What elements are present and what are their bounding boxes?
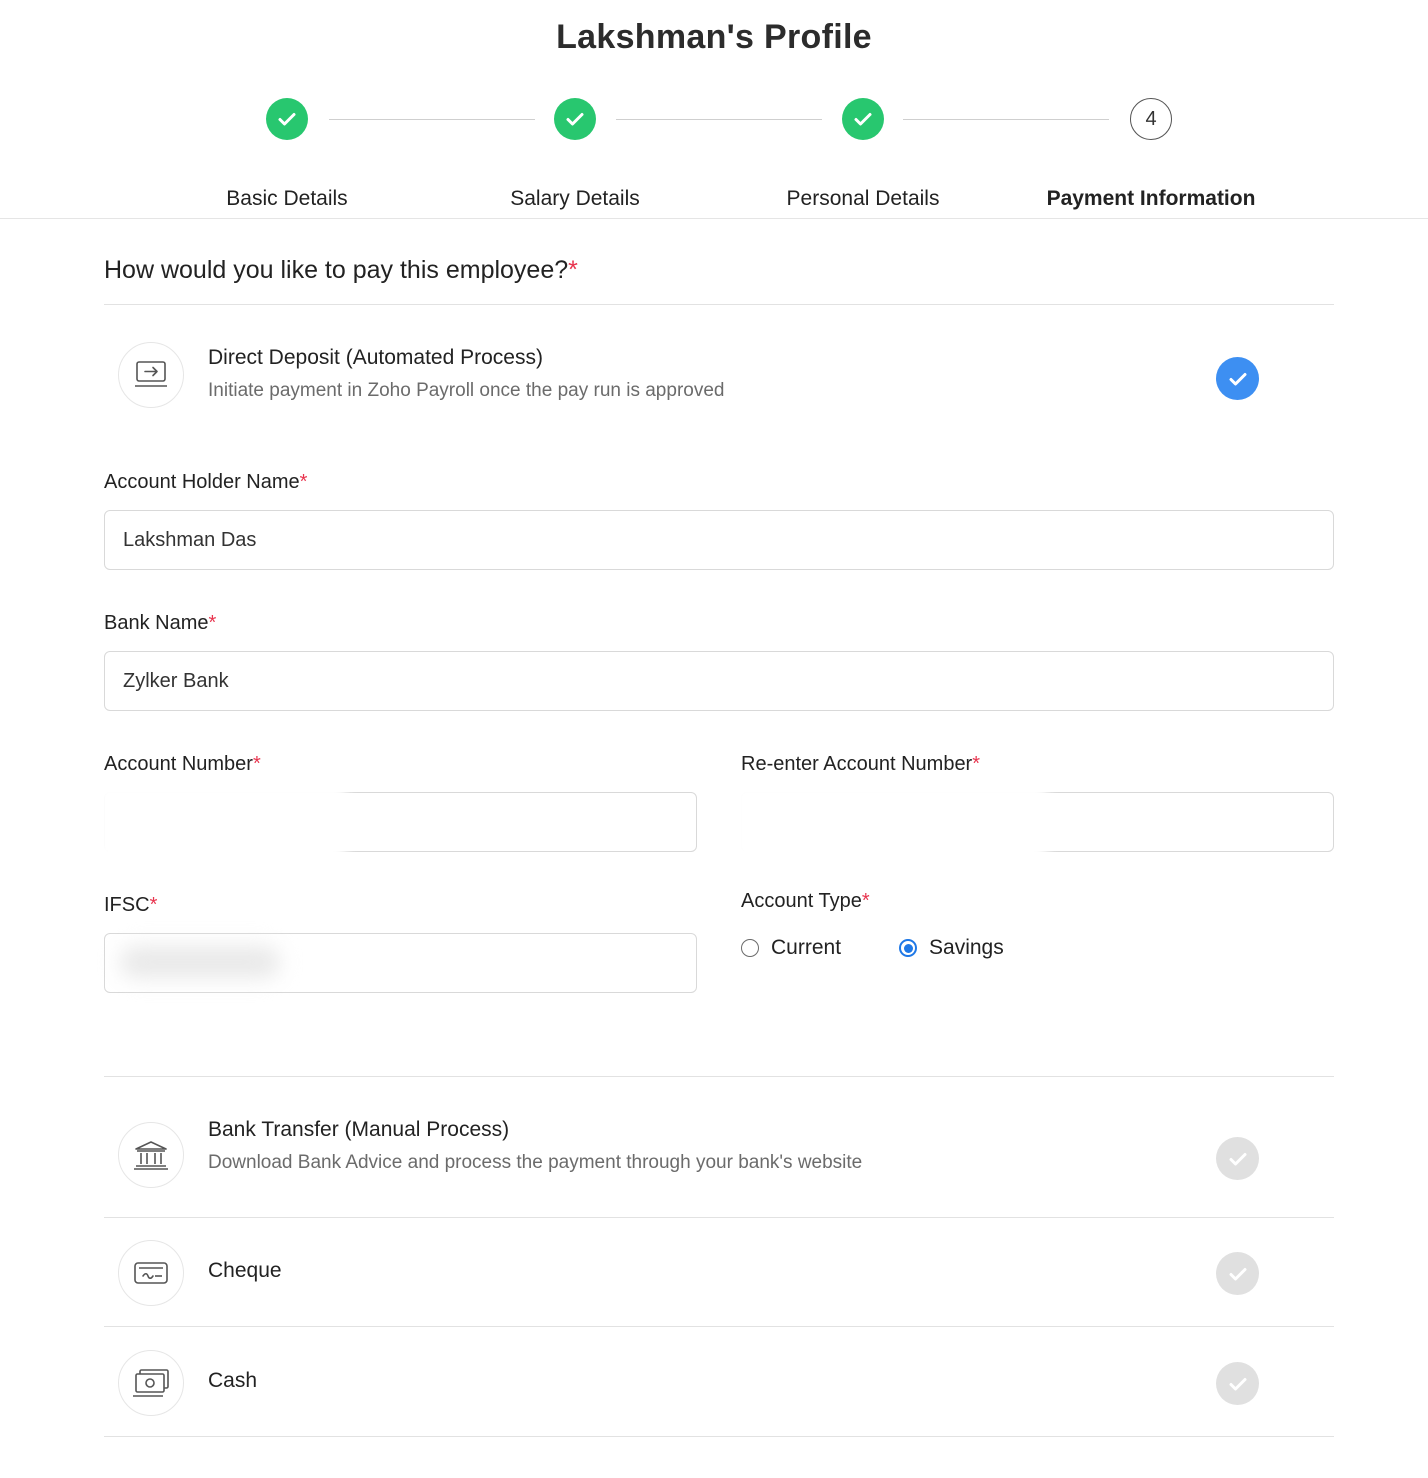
divider: [104, 1217, 1334, 1218]
account-holder-input[interactable]: [104, 510, 1334, 570]
cash-select-check[interactable]: [1216, 1362, 1259, 1405]
checkmark-icon: [266, 98, 308, 140]
account-number-label: Account Number*: [104, 753, 261, 775]
cheque-title[interactable]: Cheque: [208, 1259, 282, 1283]
redaction-overlay: [732, 782, 1047, 864]
step-label: Salary Details: [510, 187, 640, 210]
checkmark-icon: [1229, 1267, 1246, 1280]
divider: [104, 304, 1334, 305]
checkmark-icon: [1229, 1377, 1246, 1390]
step-label: Payment Information: [1046, 187, 1256, 210]
reenter-account-number-label: Re-enter Account Number*: [741, 753, 981, 775]
checkmark-icon: [1229, 1152, 1246, 1165]
radio-current[interactable]: Current: [741, 936, 841, 960]
direct-deposit-select-check[interactable]: [1216, 357, 1259, 400]
account-type-radio-group: Current Savings: [741, 936, 1004, 960]
cheque-icon: [118, 1240, 184, 1306]
radio-button[interactable]: [741, 939, 759, 957]
redaction-overlay: [96, 782, 346, 864]
page-title: Lakshman's Profile: [556, 18, 872, 56]
ifsc-label: IFSC*: [104, 894, 158, 916]
direct-deposit-description: Initiate payment in Zoho Payroll once th…: [208, 380, 725, 401]
bank-name-input[interactable]: [104, 651, 1334, 711]
checkmark-icon: [1229, 372, 1246, 385]
progress-stepper: Basic Details Salary Details Personal De…: [0, 98, 1428, 210]
direct-deposit-title[interactable]: Direct Deposit (Automated Process): [208, 346, 543, 370]
step-number: 4: [1130, 98, 1172, 140]
transfer-screen-icon: [118, 342, 184, 408]
cheque-select-check[interactable]: [1216, 1252, 1259, 1295]
step-payment-information[interactable]: 4 Payment Information: [1001, 98, 1301, 211]
step-label: Basic Details: [226, 187, 348, 210]
cash-title[interactable]: Cash: [208, 1369, 257, 1393]
payment-question: How would you like to pay this employee?…: [104, 256, 578, 284]
header-divider: [0, 218, 1428, 219]
account-type-label: Account Type*: [741, 890, 870, 912]
redaction-overlay: [120, 946, 280, 978]
divider: [104, 1436, 1334, 1437]
bank-icon: [118, 1122, 184, 1188]
radio-button[interactable]: [899, 939, 918, 957]
radio-savings[interactable]: Savings: [899, 936, 1004, 960]
divider: [104, 1076, 1334, 1077]
cash-icon: [118, 1350, 184, 1416]
bank-name-label: Bank Name*: [104, 612, 217, 634]
bank-transfer-title[interactable]: Bank Transfer (Manual Process): [208, 1118, 509, 1142]
divider: [104, 1326, 1334, 1327]
checkmark-icon: [554, 98, 596, 140]
checkmark-icon: [842, 98, 884, 140]
bank-transfer-description: Download Bank Advice and process the pay…: [208, 1152, 863, 1173]
step-salary-details[interactable]: Salary Details: [425, 98, 725, 211]
step-basic-details[interactable]: Basic Details: [137, 98, 437, 211]
step-label: Personal Details: [786, 187, 940, 210]
account-holder-label: Account Holder Name*: [104, 471, 308, 493]
step-personal-details[interactable]: Personal Details: [713, 98, 1013, 211]
bank-transfer-select-check[interactable]: [1216, 1137, 1259, 1180]
